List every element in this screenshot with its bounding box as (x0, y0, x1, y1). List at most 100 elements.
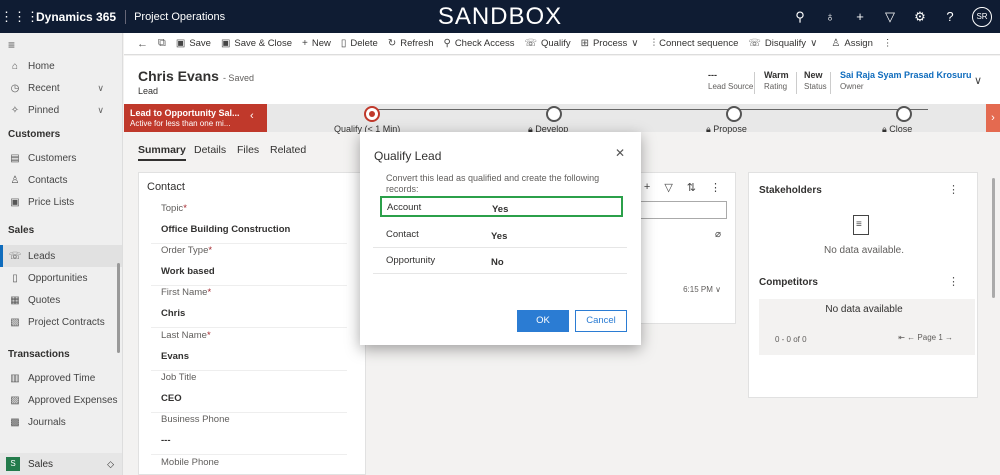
dialog-row-opportunity[interactable]: Opportunity No (373, 248, 627, 274)
sidebar-item-journals[interactable]: ▩ Journals (0, 411, 122, 433)
refresh-button[interactable]: ↻ Refresh (383, 38, 439, 49)
app-launcher-icon[interactable]: ⋮⋮⋮ (0, 9, 39, 25)
active-process[interactable]: Lead to Opportunity Sal... Active for le… (124, 104, 267, 132)
qualify-icon: ☏ (524, 38, 537, 49)
sidebar-item-home[interactable]: ⌂ Home (0, 55, 122, 77)
attachment-icon[interactable]: ⌀ (715, 229, 721, 240)
new-button[interactable]: + New (297, 38, 336, 49)
save-close-button[interactable]: ▣ Save & Close (216, 38, 297, 49)
delete-button[interactable]: ▯ Delete (336, 38, 383, 49)
field-first-name[interactable]: First Name* Chris (151, 287, 347, 328)
qualify-button[interactable]: ☏ Qualify (519, 38, 575, 49)
more-icon[interactable]: ⋮ (948, 183, 959, 196)
filter-icon[interactable]: ▽ (664, 181, 672, 194)
sidebar-scrollbar[interactable] (117, 263, 120, 353)
disqualify-button[interactable]: ☏ Disqualify ∨ (743, 38, 826, 49)
contact-section: Contact Topic* Office Building Constructi… (138, 172, 366, 475)
sort-icon[interactable]: ⇅ (687, 181, 696, 194)
tab-summary[interactable]: Summary (138, 144, 186, 161)
section-title: Contact (147, 181, 185, 193)
stage-dot-develop[interactable] (546, 106, 562, 122)
plus-icon[interactable]: + (852, 9, 868, 24)
assign-button[interactable]: ♙ Assign (826, 38, 877, 49)
sidebar-item-opportunities[interactable]: ▯ Opportunities (0, 267, 122, 289)
record-header: Chris Evans - Saved Lead --- Lead Source W… (124, 56, 1000, 104)
phone-icon: ☏ (8, 250, 22, 262)
area-switcher[interactable]: S Sales ◇ (0, 453, 122, 475)
popout-icon[interactable]: ⧉ (153, 37, 171, 50)
sidebar-item-approved-time[interactable]: ▥ Approved Time (0, 367, 122, 389)
more-icon[interactable]: ⋮ (710, 181, 721, 194)
save-close-icon: ▣ (220, 38, 231, 49)
module-name: Project Operations (134, 10, 226, 23)
plus-icon: + (301, 38, 308, 49)
first-page-icon[interactable]: ⇤ (898, 333, 905, 342)
filter-icon[interactable]: ▽ (882, 9, 898, 25)
sidebar-item-customers[interactable]: ▤ Customers (0, 147, 122, 169)
connect-sequence-button[interactable]: ⫶ Connect sequence (648, 38, 744, 49)
chevron-left-icon[interactable]: ‹ (250, 110, 254, 122)
chevron-down-icon[interactable]: ∨ (97, 83, 104, 94)
field-topic[interactable]: Topic* Office Building Construction (151, 203, 347, 244)
dialog-row-account[interactable]: Account Yes (380, 196, 623, 217)
sidebar-item-approved-expenses[interactable]: ▨ Approved Expenses (0, 389, 122, 411)
field-order-type[interactable]: Order Type* Work based (151, 245, 347, 286)
timeline-search-input[interactable] (637, 201, 727, 219)
close-icon[interactable]: ✕ (615, 146, 625, 160)
chevron-down-icon[interactable]: ∨ (97, 105, 104, 116)
stakeholders-title: Stakeholders (759, 185, 822, 196)
prev-page-icon[interactable]: ← (907, 333, 915, 342)
sidebar-item-pinned[interactable]: ✧ Pinned ∨ (0, 99, 122, 121)
chevron-down-icon[interactable]: ∨ (715, 285, 721, 294)
save-icon: ▣ (175, 38, 186, 49)
page-scrollbar[interactable] (992, 178, 995, 298)
person-icon: ♙ (10, 174, 20, 186)
stage-dot-propose[interactable] (726, 106, 742, 122)
lightbulb-icon[interactable]: ♁ (822, 9, 838, 24)
home-icon: ⌂ (11, 60, 19, 72)
tab-details[interactable]: Details (194, 144, 226, 156)
sidebar-item-recent[interactable]: ◷ Recent ∨ (0, 77, 122, 99)
hamburger-icon[interactable]: ≡ (0, 33, 122, 55)
field-mobile-phone[interactable]: Mobile Phone (161, 457, 219, 468)
avatar[interactable]: SR (972, 6, 992, 27)
list-icon: ▣ (10, 196, 20, 208)
sidebar-item-quotes[interactable]: ▦ Quotes (0, 289, 122, 311)
sidebar-item-project-contracts[interactable]: ▧ Project Contracts (0, 311, 122, 333)
app-name[interactable]: Dynamics 365 (30, 9, 127, 24)
dialog-description: Convert this lead as qualified and creat… (386, 173, 600, 194)
plus-icon[interactable]: + (644, 181, 650, 194)
field-job-title[interactable]: Job Title CEO (151, 372, 347, 413)
ok-button[interactable]: OK (517, 310, 569, 332)
save-button[interactable]: ▣ Save (171, 38, 216, 49)
sidebar-item-price-lists[interactable]: ▣ Price Lists (0, 191, 122, 213)
cancel-button[interactable]: Cancel (575, 310, 627, 332)
field-last-name[interactable]: Last Name* Evans (151, 330, 347, 371)
help-icon[interactable]: ? (942, 9, 958, 24)
back-icon[interactable]: ← (132, 38, 153, 50)
competitors-title: Competitors (759, 277, 818, 288)
entity-name: Lead (138, 86, 159, 96)
expand-header-icon[interactable]: ∨ (974, 74, 982, 87)
check-access-button[interactable]: ⚲ Check Access (438, 38, 519, 49)
more-commands-icon[interactable]: ⋮ (878, 38, 898, 49)
field-business-phone[interactable]: Business Phone --- (151, 414, 347, 455)
search-icon[interactable]: ⚲ (792, 9, 808, 25)
sidebar-item-leads[interactable]: ☏ Leads (0, 245, 122, 267)
area-label: Sales (28, 458, 54, 470)
stage-dot-qualify[interactable] (364, 106, 380, 122)
stakeholders-empty: No data available. (823, 245, 905, 256)
next-page-icon[interactable]: → (945, 333, 953, 342)
tab-related[interactable]: Related (270, 144, 306, 156)
pin-icon: ✧ (10, 104, 20, 116)
header-field-owner[interactable]: Sai Raja Syam Prasad Krosuru Owner (840, 70, 972, 91)
more-icon[interactable]: ⋮ (948, 275, 959, 288)
stage-dot-close[interactable] (896, 106, 912, 122)
chevron-right-icon[interactable]: › (986, 104, 1000, 132)
process-button[interactable]: ⊞ Process ∨ (576, 38, 648, 49)
sidebar-group-title: Customers (8, 129, 61, 140)
dialog-row-contact[interactable]: Contact Yes (373, 222, 627, 248)
settings-icon[interactable]: ⚙ (912, 9, 928, 25)
sidebar-item-contacts[interactable]: ♙ Contacts (0, 169, 122, 191)
tab-files[interactable]: Files (237, 144, 259, 156)
